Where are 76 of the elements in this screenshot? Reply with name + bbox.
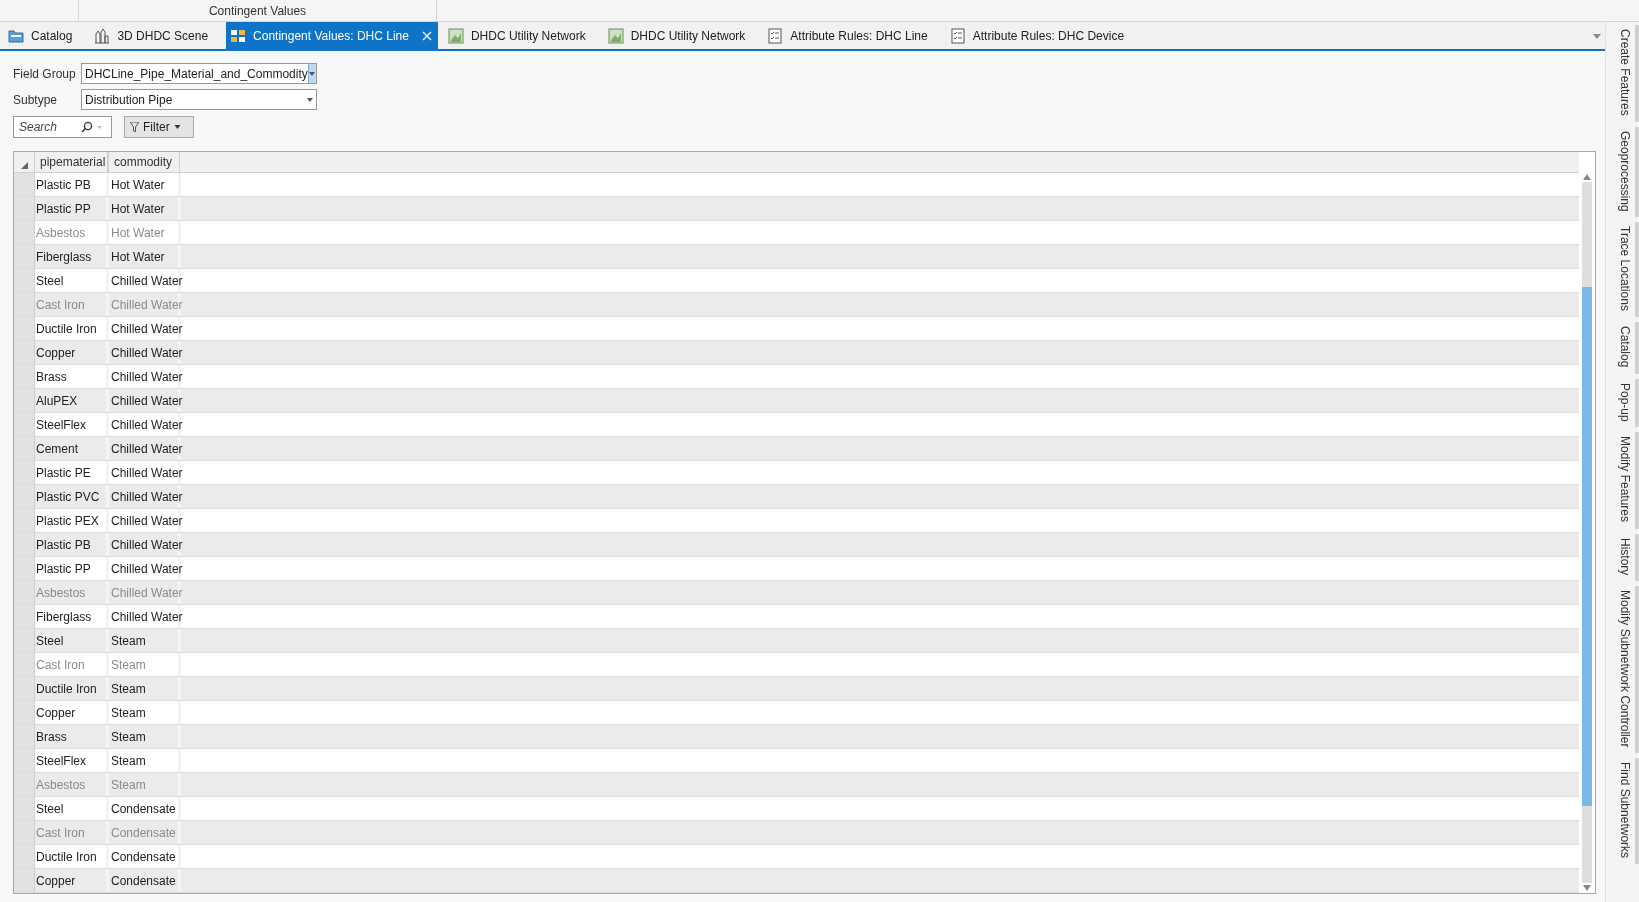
caret-icon — [173, 125, 181, 129]
document-tab[interactable]: Attribute Rules: DHC Line — [763, 22, 940, 49]
row-header[interactable] — [14, 581, 35, 604]
row-header[interactable] — [14, 869, 35, 892]
row-header[interactable] — [14, 749, 35, 772]
table-icon — [230, 27, 247, 44]
filter-button[interactable]: Filter — [124, 116, 194, 138]
row-header[interactable] — [14, 413, 35, 436]
folder-icon — [8, 27, 24, 44]
row-header[interactable] — [14, 293, 35, 316]
caret-icon — [309, 71, 316, 76]
panel-title: Contingent Values — [79, 0, 437, 21]
field-label: Subtype — [13, 92, 59, 107]
dropdown-caret-icon[interactable] — [1593, 34, 1601, 39]
row-header[interactable] — [14, 677, 35, 700]
map-icon — [447, 27, 464, 44]
row-header[interactable] — [14, 725, 35, 748]
close-icon[interactable] — [421, 30, 432, 41]
row-header[interactable] — [14, 317, 35, 340]
scroll-down-icon[interactable] — [1583, 885, 1591, 891]
document-tab[interactable]: Catalog — [4, 22, 85, 49]
search-box[interactable]: Search — [13, 116, 112, 138]
document-tab[interactable]: DHDC Utility Network — [603, 22, 758, 49]
row-header[interactable] — [14, 509, 35, 532]
row-header[interactable] — [14, 485, 35, 508]
row-header[interactable] — [14, 557, 35, 580]
search-icon — [81, 121, 93, 133]
search-field[interactable]: Search — [19, 120, 77, 134]
row-header[interactable] — [14, 629, 35, 652]
dock-tab[interactable]: Trace Locations — [1615, 222, 1639, 318]
row-header[interactable] — [14, 341, 35, 364]
row-header[interactable] — [14, 197, 35, 220]
dock-tab[interactable]: History — [1615, 533, 1639, 581]
document-tab[interactable]: 3D DHDC Scene — [90, 22, 221, 49]
row-header[interactable] — [14, 773, 35, 796]
row-header[interactable] — [14, 221, 35, 244]
row-header[interactable] — [14, 245, 35, 268]
column-header[interactable]: commodity — [108, 152, 180, 172]
row-header[interactable] — [14, 533, 35, 556]
dock-tab[interactable]: Catalog — [1615, 322, 1639, 374]
row-header[interactable] — [14, 653, 35, 676]
column-header[interactable]: pipematerial — [34, 152, 108, 172]
dock-tab[interactable]: Modify Features — [1615, 432, 1639, 529]
caret-icon — [97, 125, 102, 129]
document-tab[interactable]: DHDC Utility Network — [443, 22, 598, 49]
row-header[interactable] — [14, 797, 35, 820]
checklist-icon — [767, 27, 784, 44]
row-header[interactable] — [14, 461, 35, 484]
scroll-up-icon[interactable] — [1583, 174, 1591, 180]
dropdown-field[interactable]: DHCLine_Pipe_Material_and_Commodity — [81, 63, 317, 84]
row-header[interactable] — [14, 845, 35, 868]
field-label: Field Group — [13, 66, 77, 81]
dropdown-field[interactable]: Distribution Pipe — [81, 89, 317, 110]
scrollbar[interactable] — [1582, 182, 1592, 883]
checklist-icon — [949, 27, 966, 44]
dock-tab[interactable]: Pop-up — [1615, 378, 1639, 428]
dock-tab[interactable]: Modify Subnetwork Controller — [1615, 585, 1639, 754]
table-cell: Copper — [35, 869, 109, 892]
select-all-icon[interactable] — [20, 162, 28, 169]
document-tab[interactable]: Contingent Values: DHC Line — [226, 22, 438, 49]
document-tab[interactable]: Attribute Rules: DHC Device — [945, 22, 1137, 49]
dock-tab[interactable]: Create Features — [1615, 25, 1639, 122]
row-header[interactable] — [14, 821, 35, 844]
row-header[interactable] — [14, 701, 35, 724]
row-header[interactable] — [14, 365, 35, 388]
caret-icon — [306, 97, 313, 102]
row-header[interactable] — [14, 269, 35, 292]
dock-tab[interactable]: Geoprocessing — [1615, 126, 1639, 218]
buildings-icon — [94, 27, 111, 44]
filter-icon — [130, 122, 139, 132]
row-header[interactable] — [14, 437, 35, 460]
table-cell: Condensate — [109, 869, 181, 892]
map-icon — [607, 27, 624, 44]
row-header[interactable] — [14, 605, 35, 628]
dock-tab[interactable]: Find Subnetworks — [1615, 758, 1639, 865]
row-header[interactable] — [14, 389, 35, 412]
